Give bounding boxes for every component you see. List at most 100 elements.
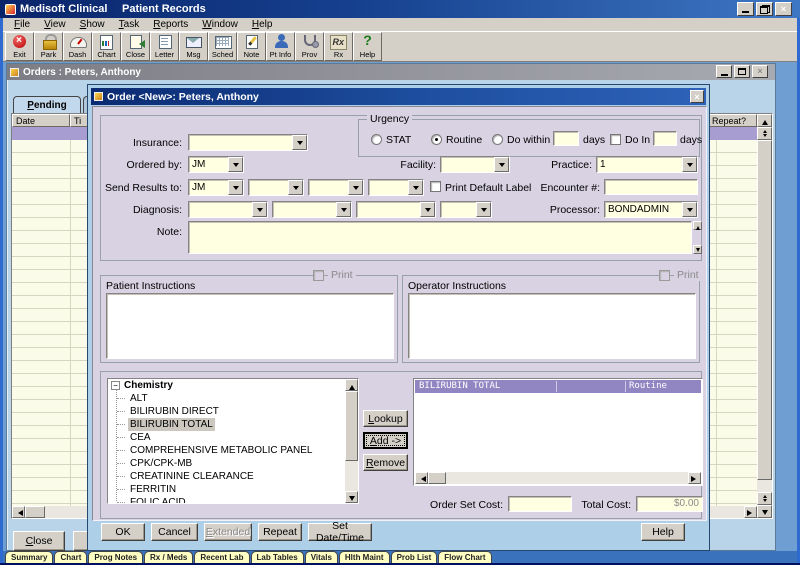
dropdown-arrow-icon[interactable] <box>682 202 697 217</box>
chart-tab-lab-tables[interactable]: Lab Tables <box>251 551 304 563</box>
orders-close-button[interactable]: × <box>752 65 768 78</box>
scroll-page-up-button[interactable] <box>757 127 772 140</box>
repeat-button[interactable]: Repeat <box>258 523 302 541</box>
dropdown-arrow-icon[interactable] <box>336 202 351 217</box>
chart-tab-chart[interactable]: Chart <box>54 551 87 563</box>
tree-node-cea[interactable]: CEA <box>108 431 358 444</box>
do-within-days-input[interactable] <box>553 131 579 146</box>
toolbar-exit-button[interactable]: Exit <box>5 32 34 61</box>
tree-node-cpk-cpk-mb[interactable]: CPK/CPK-MB <box>108 457 358 470</box>
toolbar-pt-info-button[interactable]: Pt Info <box>266 32 295 61</box>
chart-tab-summary[interactable]: Summary <box>5 551 53 563</box>
chart-tab-rx-meds[interactable]: Rx / Meds <box>144 551 193 563</box>
vertical-scrollbar[interactable] <box>757 114 772 518</box>
chart-tab-prog-notes[interactable]: Prog Notes <box>88 551 143 563</box>
send-results-select-2[interactable] <box>248 179 304 196</box>
collapse-icon[interactable]: − <box>111 381 120 390</box>
dropdown-arrow-icon[interactable] <box>228 180 243 195</box>
close-button[interactable]: × <box>775 2 792 16</box>
tree-node-chemistry[interactable]: −Chemistry <box>108 379 358 392</box>
send-results-select-4[interactable] <box>368 179 424 196</box>
orders-minimize-button[interactable] <box>716 65 732 78</box>
tree-node-bilirubin-total[interactable]: BILIRUBIN TOTAL <box>108 418 358 431</box>
chart-tab-vitals[interactable]: Vitals <box>305 551 338 563</box>
tree-node-alt[interactable]: ALT <box>108 392 358 405</box>
column-header-date[interactable]: Date <box>12 114 70 127</box>
facility-select[interactable] <box>440 156 510 173</box>
print-operator-checkbox[interactable] <box>659 270 670 281</box>
lookup-button[interactable]: Lookup <box>363 410 408 427</box>
processor-select[interactable]: BONDADMIN <box>604 201 698 218</box>
dropdown-arrow-icon[interactable] <box>348 180 363 195</box>
toolbar-sched-button[interactable]: Sched <box>208 32 237 61</box>
practice-select[interactable]: 1 <box>596 156 698 173</box>
add-button[interactable]: Add -> <box>363 432 408 449</box>
toolbar-chart-button[interactable]: Chart <box>92 32 121 61</box>
print-default-label-checkbox[interactable] <box>430 181 441 192</box>
extended-button[interactable]: Extended <box>204 523 252 541</box>
menu-file[interactable]: File <box>7 19 37 30</box>
tree-node-creatinine-clearance[interactable]: CREATININE CLEARANCE <box>108 470 358 483</box>
tree-scroll-thumb[interactable] <box>345 391 358 461</box>
diagnosis-select-4[interactable] <box>440 201 492 218</box>
selected-orders-list[interactable]: BILIRUBIN TOTAL Routine <box>413 378 703 486</box>
chart-tab-recent-lab[interactable]: Recent Lab <box>194 551 249 563</box>
menu-show[interactable]: Show <box>73 19 112 30</box>
toolbar-close-button[interactable]: Close <box>121 32 150 61</box>
toolbar-msg-button[interactable]: Msg <box>179 32 208 61</box>
note-scrollbar[interactable] <box>693 221 702 254</box>
cancel-button[interactable]: Cancel <box>151 523 198 541</box>
toolbar-prov-button[interactable]: Prov <box>295 32 324 61</box>
column-header-repeat[interactable]: Repeat? <box>708 114 757 127</box>
vertical-scroll-thumb[interactable] <box>757 140 772 480</box>
toolbar-park-button[interactable]: Park <box>34 32 63 61</box>
chart-tab-prob-list[interactable]: Prob List <box>391 551 438 563</box>
send-results-select-3[interactable] <box>308 179 364 196</box>
toolbar-note-button[interactable]: Note <box>237 32 266 61</box>
urgency-stat-radio[interactable] <box>371 134 382 145</box>
chart-tab-hlth-maint[interactable]: Hlth Maint <box>339 551 390 563</box>
menu-task[interactable]: Task <box>112 19 147 30</box>
send-results-select-1[interactable]: JM <box>188 179 244 196</box>
toolbar-dash-button[interactable]: Dash <box>63 32 92 61</box>
tree-scroll-down[interactable] <box>345 491 358 503</box>
toolbar-letter-button[interactable]: Letter <box>150 32 179 61</box>
do-in-checkbox[interactable] <box>610 134 621 145</box>
note-textarea[interactable] <box>188 221 692 254</box>
tree-scrollbar[interactable] <box>345 379 358 503</box>
dropdown-arrow-icon[interactable] <box>252 202 267 217</box>
remove-button[interactable]: Remove <box>363 454 408 471</box>
menu-window[interactable]: Window <box>195 19 245 30</box>
tree-node-comprehensive-metabolic-panel[interactable]: COMPREHENSIVE METABOLIC PANEL <box>108 444 358 457</box>
dropdown-arrow-icon[interactable] <box>292 135 307 150</box>
chart-tab-flow-chart[interactable]: Flow Chart <box>438 551 491 563</box>
scroll-down-button[interactable] <box>757 505 772 518</box>
dropdown-arrow-icon[interactable] <box>476 202 491 217</box>
operator-instructions-textarea[interactable] <box>408 293 696 359</box>
horizontal-scroll-thumb[interactable] <box>25 506 45 518</box>
tab-pending[interactable]: Pending <box>13 96 81 113</box>
scroll-right-button[interactable] <box>744 506 757 518</box>
menu-help[interactable]: Help <box>245 19 280 30</box>
tree-scroll-up[interactable] <box>345 379 358 391</box>
dropdown-arrow-icon[interactable] <box>228 157 243 172</box>
menu-reports[interactable]: Reports <box>146 19 195 30</box>
selected-order-item[interactable]: BILIRUBIN TOTAL Routine <box>415 380 701 393</box>
list-scroll-thumb[interactable] <box>428 472 446 484</box>
scroll-page-down-button[interactable] <box>757 492 772 505</box>
set-datetime-button[interactable]: Set Date/Time <box>308 523 372 541</box>
scroll-up-button[interactable] <box>757 114 772 127</box>
encounter-input[interactable] <box>604 179 698 195</box>
order-set-cost-input[interactable] <box>508 496 572 512</box>
toolbar-help-button[interactable]: Help <box>353 32 382 61</box>
urgency-do-within-radio[interactable] <box>492 134 503 145</box>
patient-instructions-textarea[interactable] <box>106 293 394 359</box>
scroll-left-button[interactable] <box>12 506 25 518</box>
list-scroll-left[interactable] <box>415 472 428 484</box>
dialog-close-button[interactable]: × <box>690 90 704 103</box>
note-scroll-down[interactable] <box>693 245 702 254</box>
ordered-by-select[interactable]: JM <box>188 156 244 173</box>
ok-button[interactable]: OK <box>101 523 145 541</box>
diagnosis-select-1[interactable] <box>188 201 268 218</box>
tree-node-folic-acid[interactable]: FOLIC ACID <box>108 496 358 504</box>
